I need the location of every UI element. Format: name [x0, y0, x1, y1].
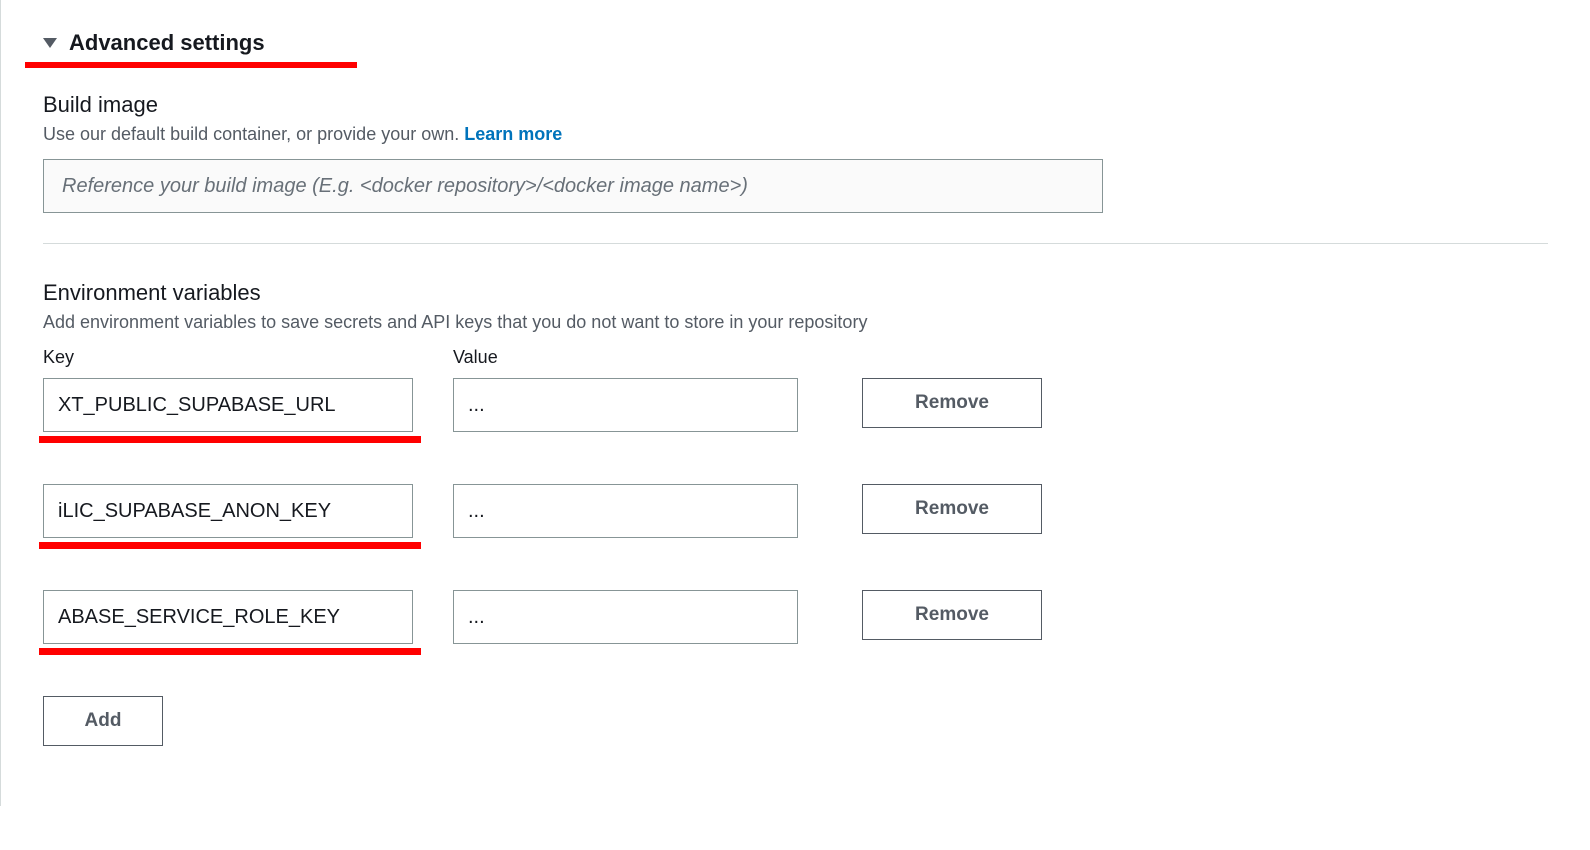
highlight-underline [39, 542, 421, 549]
advanced-settings-toggle[interactable]: Advanced settings [43, 30, 1548, 56]
env-value-input[interactable] [453, 484, 798, 538]
env-key-input[interactable] [43, 590, 413, 644]
env-key-header: Key [43, 347, 413, 368]
highlight-underline [39, 648, 421, 655]
highlight-underline [39, 436, 421, 443]
section-divider [43, 243, 1548, 244]
build-image-title: Build image [43, 92, 1548, 118]
env-value-header: Value [453, 347, 798, 368]
remove-button[interactable]: Remove [862, 484, 1042, 534]
build-image-input[interactable] [43, 159, 1103, 213]
remove-button[interactable]: Remove [862, 590, 1042, 640]
add-button[interactable]: Add [43, 696, 163, 746]
caret-down-icon [43, 38, 57, 48]
env-vars-title: Environment variables [43, 280, 1548, 306]
env-var-row: Remove [43, 484, 1548, 538]
env-vars-description: Add environment variables to save secret… [43, 312, 1548, 333]
env-vars-section: Environment variables Add environment va… [43, 280, 1548, 746]
highlight-underline [25, 62, 357, 68]
env-value-input[interactable] [453, 378, 798, 432]
build-image-description: Use our default build container, or prov… [43, 124, 1548, 145]
env-var-row: Remove [43, 378, 1548, 432]
env-var-row: Remove [43, 590, 1548, 644]
env-key-input[interactable] [43, 484, 413, 538]
env-key-input[interactable] [43, 378, 413, 432]
build-image-section: Build image Use our default build contai… [43, 92, 1548, 213]
remove-button[interactable]: Remove [862, 378, 1042, 428]
learn-more-link[interactable]: Learn more [464, 124, 562, 144]
env-value-input[interactable] [453, 590, 798, 644]
advanced-settings-title: Advanced settings [69, 30, 265, 56]
